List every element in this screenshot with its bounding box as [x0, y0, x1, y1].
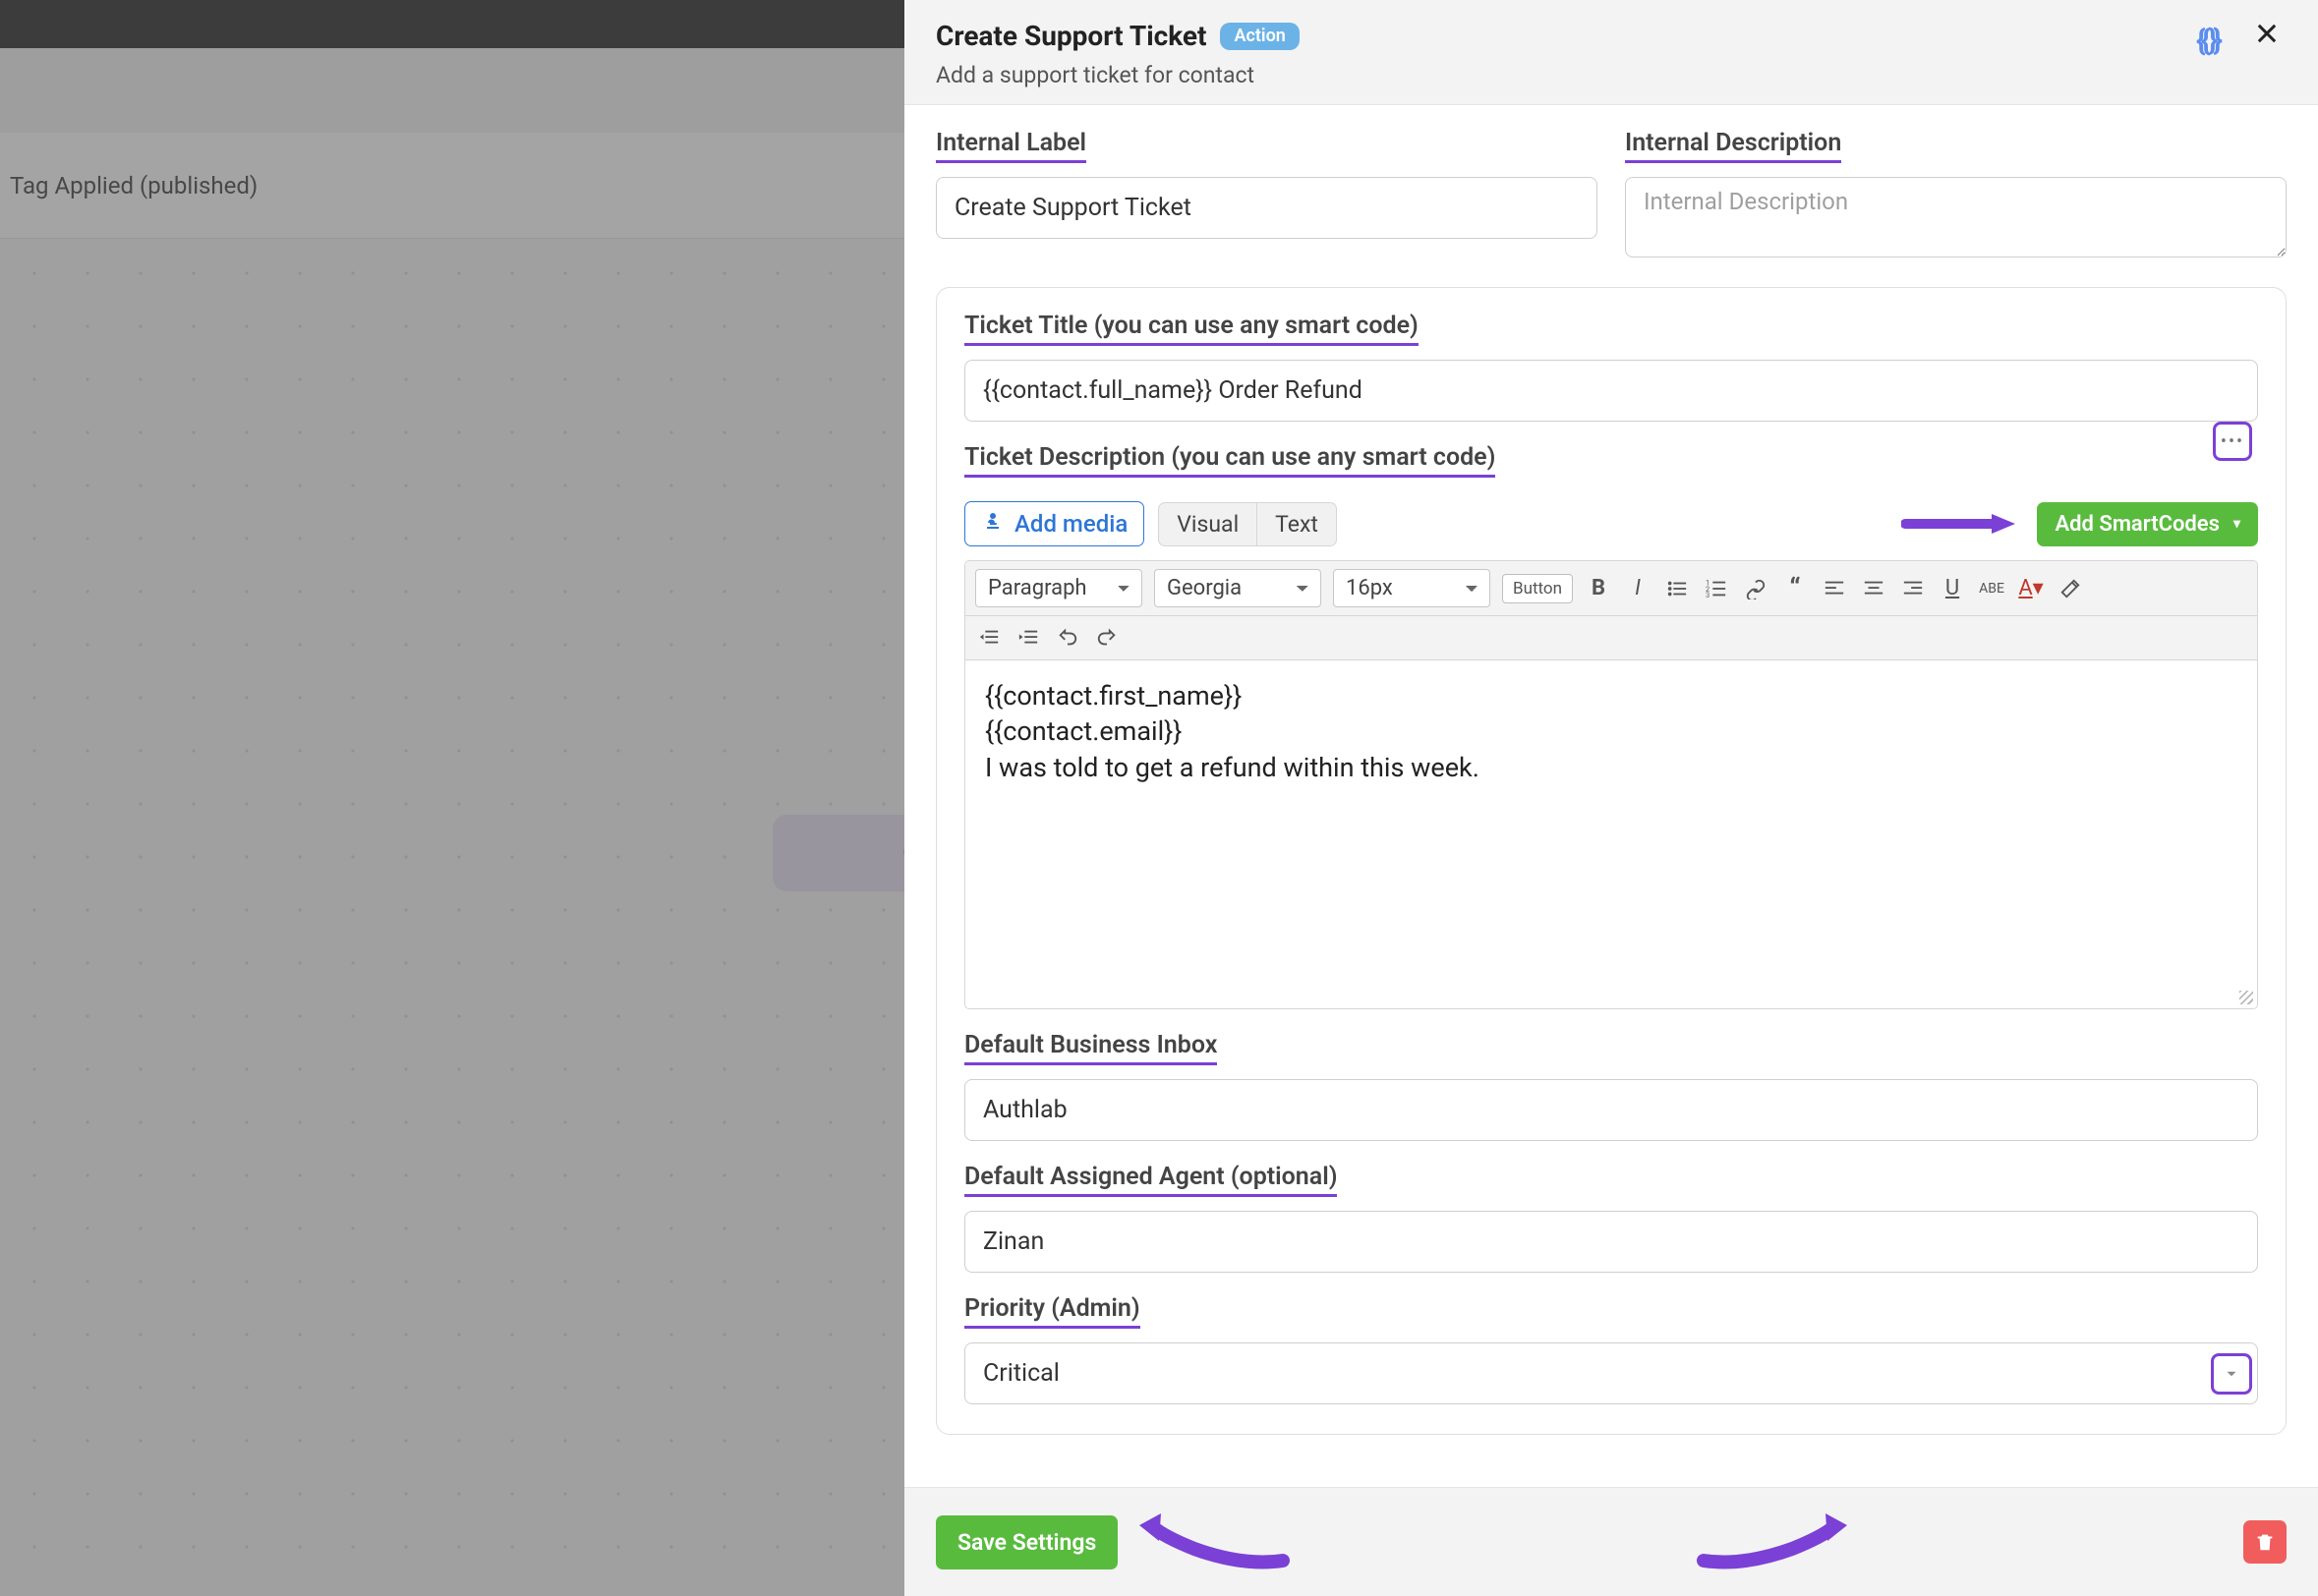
- panel-body: Internal Label Internal Description Tick…: [904, 105, 2318, 1487]
- internal-description-input[interactable]: [1625, 177, 2287, 257]
- chevron-down-icon: ▾: [2233, 516, 2240, 532]
- editor-toolbar: Paragraph Georgia 16px Button B I 123: [965, 561, 2257, 616]
- outdent-icon[interactable]: [975, 624, 1003, 652]
- delete-action-button[interactable]: [2243, 1520, 2287, 1564]
- underline-icon[interactable]: U: [1939, 575, 1966, 602]
- add-media-button[interactable]: Add media: [964, 501, 1144, 546]
- close-panel-button[interactable]: [2247, 20, 2287, 55]
- editor-textarea[interactable]: {{contact.first_name}} {{contact.email}}…: [965, 660, 2257, 1008]
- internal-label-label: Internal Label: [936, 129, 1086, 163]
- panel-subtitle: Add a support ticket for contact: [936, 62, 2196, 88]
- media-icon: [981, 509, 1005, 539]
- panel-title: Create Support Ticket: [936, 20, 1206, 52]
- internal-label-input[interactable]: [936, 177, 1597, 239]
- default-agent-label: Default Assigned Agent (optional): [964, 1163, 1337, 1197]
- ticket-description-label: Ticket Description (you can use any smar…: [964, 443, 1495, 478]
- blockquote-icon[interactable]: “: [1781, 575, 1809, 602]
- editor-line-2: {{contact.email}}: [985, 713, 2237, 749]
- clear-formatting-icon[interactable]: [2057, 575, 2084, 602]
- editor-toolbar-row-2: [965, 616, 2257, 660]
- settings-panel: Create Support Ticket Action Add a suppo…: [904, 0, 2318, 1596]
- annotation-arrow-smartcodes: [1901, 512, 2019, 536]
- add-smartcodes-button[interactable]: Add SmartCodes ▾: [2037, 502, 2258, 546]
- align-left-icon[interactable]: [1821, 575, 1848, 602]
- tab-visual[interactable]: Visual: [1158, 502, 1257, 546]
- internal-description-label: Internal Description: [1625, 129, 1841, 163]
- undo-icon[interactable]: [1054, 624, 1081, 652]
- unordered-list-icon[interactable]: [1663, 575, 1691, 602]
- smartcode-braces-icon[interactable]: {{ }}: [2196, 24, 2218, 58]
- priority-chevron-down-icon[interactable]: [2211, 1353, 2252, 1395]
- svg-text:3: 3: [1706, 591, 1710, 599]
- panel-header: Create Support Ticket Action Add a suppo…: [904, 0, 2318, 105]
- panel-footer: Save Settings: [904, 1487, 2318, 1596]
- ticket-title-input[interactable]: [964, 360, 2258, 422]
- ordered-list-icon[interactable]: 123: [1703, 575, 1730, 602]
- default-inbox-select[interactable]: [964, 1079, 2258, 1141]
- font-select[interactable]: Georgia: [1154, 569, 1321, 607]
- annotation-arrow-delete: [1684, 1510, 1851, 1574]
- default-agent-select[interactable]: [964, 1211, 2258, 1273]
- paragraph-select[interactable]: Paragraph: [975, 569, 1142, 607]
- ticket-title-more-button[interactable]: •••: [2213, 422, 2252, 461]
- redo-icon[interactable]: [1093, 624, 1121, 652]
- font-size-select[interactable]: 16px: [1333, 569, 1490, 607]
- editor-resize-handle[interactable]: [2239, 991, 2253, 1004]
- tab-text[interactable]: Text: [1257, 502, 1337, 546]
- action-badge: Action: [1220, 23, 1299, 50]
- editor-line-3: I was told to get a refund within this w…: [985, 750, 2237, 785]
- ticket-form-card: Ticket Title (you can use any smart code…: [936, 287, 2287, 1435]
- rich-text-editor: Paragraph Georgia 16px Button B I 123: [964, 560, 2258, 1009]
- indent-icon[interactable]: [1014, 624, 1042, 652]
- default-inbox-label: Default Business Inbox: [964, 1031, 1217, 1065]
- italic-icon[interactable]: I: [1624, 575, 1652, 602]
- add-media-text: Add media: [1014, 510, 1128, 538]
- bold-icon[interactable]: B: [1585, 575, 1612, 602]
- insert-button-button[interactable]: Button: [1502, 574, 1573, 603]
- editor-mode-tabs: Visual Text: [1158, 502, 1337, 546]
- strikethrough-icon[interactable]: ABE: [1978, 575, 2005, 602]
- editor-line-1: {{contact.first_name}}: [985, 678, 2237, 713]
- save-settings-button[interactable]: Save Settings: [936, 1515, 1118, 1569]
- priority-select[interactable]: [964, 1342, 2258, 1404]
- annotation-arrow-save: [1135, 1510, 1303, 1574]
- priority-label: Priority (Admin): [964, 1294, 1140, 1329]
- link-icon[interactable]: [1742, 575, 1769, 602]
- add-smartcodes-label: Add SmartCodes: [2055, 512, 2220, 537]
- align-right-icon[interactable]: [1899, 575, 1927, 602]
- trash-icon: [2254, 1531, 2276, 1553]
- align-center-icon[interactable]: [1860, 575, 1887, 602]
- ticket-title-label: Ticket Title (you can use any smart code…: [964, 312, 1419, 346]
- text-color-icon[interactable]: A ▾: [2017, 575, 2045, 602]
